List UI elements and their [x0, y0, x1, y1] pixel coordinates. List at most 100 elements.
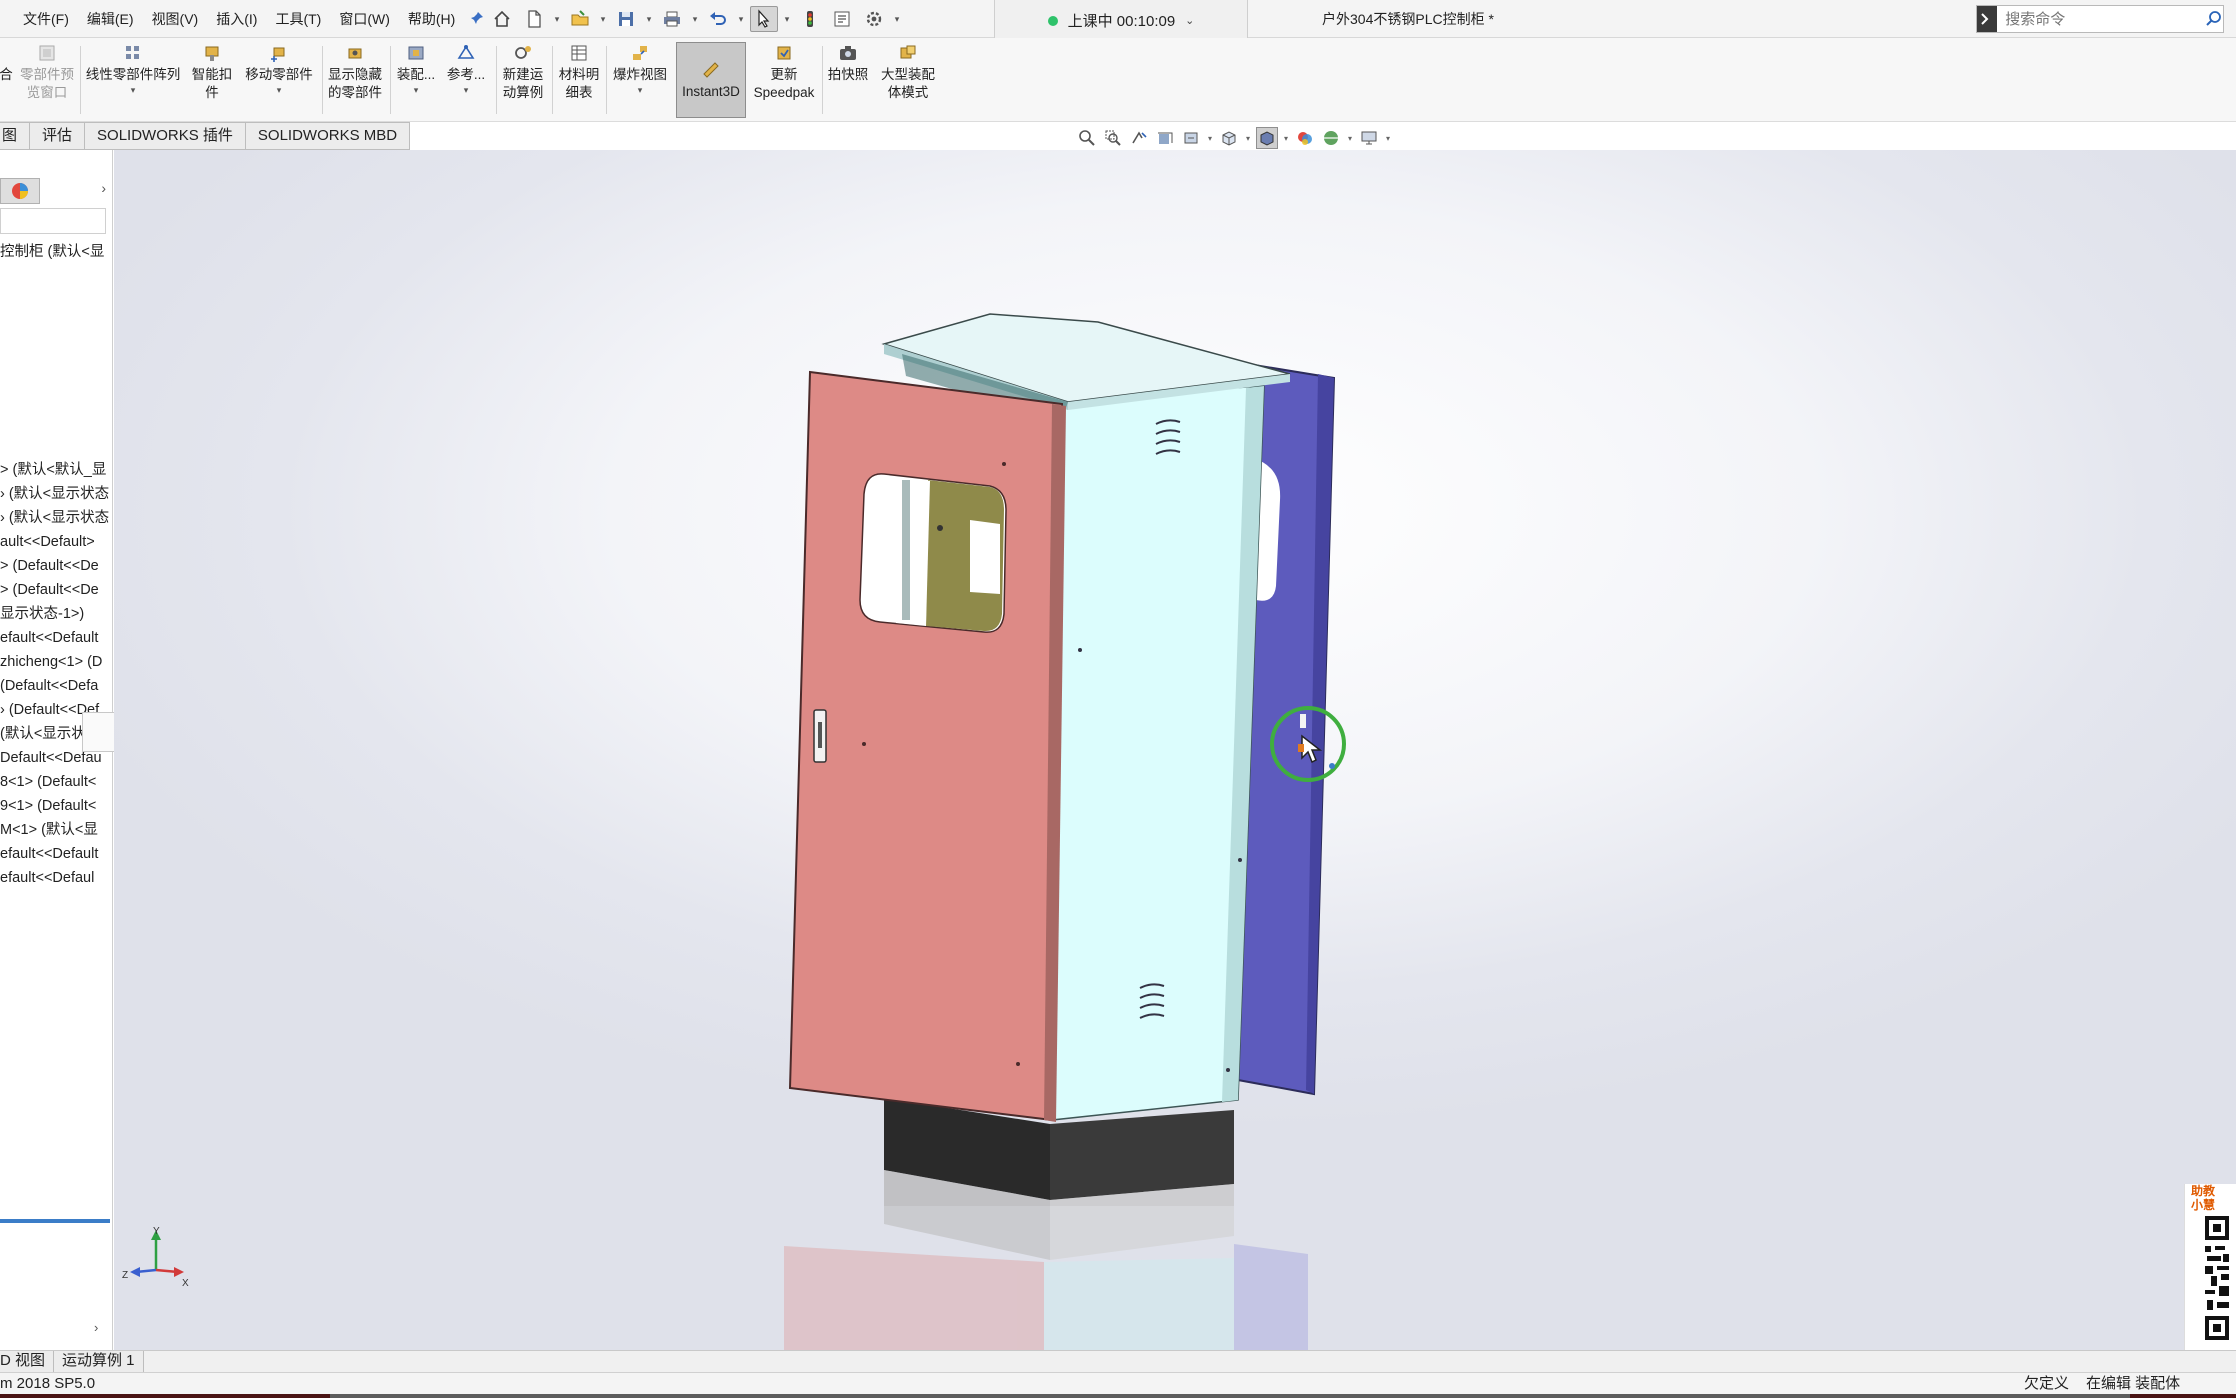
move-component-button[interactable]: 移动零部件 ▾	[240, 42, 318, 118]
view-orientation-icon[interactable]	[1218, 127, 1240, 149]
reference-geometry-dropdown-icon[interactable]: ▾	[464, 84, 469, 96]
previous-view-icon[interactable]	[1128, 127, 1150, 149]
new-motion-study-button[interactable]: 新建运 动算例	[498, 42, 548, 118]
print-dropdown-icon[interactable]: ▾	[690, 14, 700, 25]
command-search-icon[interactable]	[1977, 6, 1998, 32]
linear-component-pattern-button[interactable]: 线性零部件阵列 ▾	[82, 42, 184, 118]
cabinet-body[interactable]	[1036, 385, 1265, 1121]
menu-window[interactable]: 窗口(W)	[330, 9, 399, 29]
open-folder-icon[interactable]	[566, 6, 594, 32]
rebuild-traffic-light-icon[interactable]	[796, 6, 824, 32]
tab-evaluate[interactable]: 评估	[30, 122, 86, 150]
select-dropdown-icon[interactable]: ▾	[782, 14, 792, 25]
search-icon[interactable]	[2204, 10, 2223, 28]
options-gear-icon[interactable]	[860, 6, 888, 32]
tree-item[interactable]: › (默认<显示状态	[0, 506, 112, 530]
view-settings-monitor-icon[interactable]	[1358, 127, 1380, 149]
save-icon[interactable]	[612, 6, 640, 32]
component-preview-window-button[interactable]: 零部件预 览窗口	[18, 42, 76, 118]
tree-item[interactable]: 显示状态-1>)	[0, 602, 112, 626]
tab-sketch[interactable]: 图	[0, 122, 31, 150]
tree-item[interactable]: 9<1> (Default<	[0, 794, 112, 818]
select-arrow-icon[interactable]	[750, 6, 778, 32]
assembly-features-button[interactable]: 装配... ▾	[394, 42, 438, 118]
menu-help[interactable]: 帮助(H)	[399, 9, 464, 29]
scene-dropdown-icon[interactable]: ▾	[1346, 134, 1354, 143]
tree-item[interactable]: (Default<<Defa	[0, 674, 112, 698]
new-document-icon[interactable]	[520, 6, 548, 32]
panel-splitter[interactable]	[0, 1219, 110, 1223]
bill-of-materials-button[interactable]: 材料明 细表	[554, 42, 604, 118]
pin-icon[interactable]	[470, 11, 484, 28]
view-settings-dropdown-icon[interactable]: ▾	[1384, 134, 1392, 143]
door-handle[interactable]	[813, 709, 827, 763]
menu-tools[interactable]: 工具(T)	[266, 9, 330, 29]
toolbar-separator	[822, 46, 823, 114]
save-dropdown-icon[interactable]: ▾	[644, 14, 654, 25]
reference-geometry-button[interactable]: 参考... ▾	[444, 42, 488, 118]
session-timer[interactable]: 上课中 00:10:09 ⌄	[994, 0, 1248, 42]
tab-solidworks-addins[interactable]: SOLIDWORKS 插件	[85, 122, 246, 150]
menu-view[interactable]: 视图(V)	[143, 9, 208, 29]
show-hidden-components-button[interactable]: 显示隐藏 的零部件	[324, 42, 386, 118]
tree-item[interactable]: > (Default<<De	[0, 578, 112, 602]
tree-item[interactable]: ault<<Default>	[0, 530, 112, 554]
tab-solidworks-mbd[interactable]: SOLIDWORKS MBD	[245, 122, 411, 150]
search-input[interactable]	[1997, 7, 2205, 31]
tree-item[interactable]: 8<1> (Default<	[0, 770, 112, 794]
large-assembly-mode-button[interactable]: 大型装配 体模式	[876, 42, 940, 118]
exploded-view-dropdown-icon[interactable]: ▾	[638, 84, 643, 96]
move-component-dropdown-icon[interactable]: ▾	[277, 84, 282, 96]
menu-file[interactable]: 文件(F)	[14, 9, 78, 29]
linear-pattern-icon	[122, 42, 144, 64]
exploded-view-button[interactable]: 爆炸视图 ▾	[608, 42, 672, 118]
smart-fasteners-button[interactable]: 智能扣 件	[188, 42, 236, 118]
assembly-features-dropdown-icon[interactable]: ▾	[414, 84, 419, 96]
tree-root-assembly[interactable]: 控制柜 (默认<显	[0, 240, 104, 261]
tree-item[interactable]: efault<<Defaul	[0, 866, 112, 890]
menu-insert[interactable]: 插入(I)	[207, 9, 266, 29]
apply-scene-icon[interactable]	[1320, 127, 1342, 149]
edit-appearance-icon[interactable]	[1294, 127, 1316, 149]
tree-item[interactable]: zhicheng<1> (D	[0, 650, 112, 674]
tree-item[interactable]: > (Default<<De	[0, 554, 112, 578]
menu-edit[interactable]: 编辑(E)	[78, 9, 143, 29]
print-icon[interactable]	[658, 6, 686, 32]
open-dropdown-icon[interactable]: ▾	[598, 14, 608, 25]
tree-filter-input[interactable]	[0, 208, 106, 234]
cabinet-3d-model[interactable]	[114, 150, 2236, 1350]
tab-motion-study-1[interactable]: 运动算例 1	[54, 1351, 144, 1373]
tab-3d-view[interactable]: D 视图	[0, 1351, 55, 1373]
new-dropdown-icon[interactable]: ▾	[552, 14, 562, 25]
hide-show-dropdown-icon[interactable]: ▾	[1282, 134, 1290, 143]
zoom-to-fit-icon[interactable]	[1076, 127, 1098, 149]
display-manager-tab[interactable]	[0, 178, 40, 204]
tree-item[interactable]: efault<<Default	[0, 626, 112, 650]
undo-dropdown-icon[interactable]: ▾	[736, 14, 746, 25]
undo-icon[interactable]	[704, 6, 732, 32]
tree-item[interactable]: › (默认<显示状态	[0, 482, 112, 506]
file-properties-icon[interactable]	[828, 6, 856, 32]
tree-item[interactable]: > (默认<默认_显	[0, 458, 112, 482]
home-icon[interactable]	[488, 6, 516, 32]
linear-pattern-dropdown-icon[interactable]: ▾	[131, 84, 136, 96]
assistant-qr-widget[interactable]: 助教 小慧	[2184, 1184, 2236, 1350]
tree-item[interactable]: efault<<Default	[0, 842, 112, 866]
scroll-right-icon[interactable]: ›	[94, 1320, 98, 1335]
instant3d-button[interactable]: Instant3D	[676, 42, 746, 118]
section-view-icon[interactable]	[1154, 127, 1176, 149]
dynamic-annotation-icon[interactable]	[1180, 127, 1202, 149]
view-orientation-dropdown-icon[interactable]: ▾	[1206, 134, 1214, 143]
left-door-panel[interactable]	[788, 370, 1066, 1122]
display-style-dropdown-icon[interactable]: ▾	[1244, 134, 1252, 143]
take-snapshot-button[interactable]: 拍快照	[824, 42, 872, 118]
options-dropdown-icon[interactable]: ▾	[892, 14, 902, 25]
graphics-area[interactable]: Y X Z	[114, 150, 2236, 1350]
zoom-to-area-icon[interactable]	[1102, 127, 1124, 149]
tree-item[interactable]: M<1> (默认<显	[0, 818, 112, 842]
camera-icon	[837, 42, 859, 64]
update-speedpak-button[interactable]: 更新 Speedpak	[752, 42, 816, 118]
chevron-right-icon[interactable]: ›	[101, 180, 106, 196]
partial-command-button[interactable]: 合	[0, 42, 13, 118]
display-style-icon[interactable]	[1256, 127, 1278, 149]
